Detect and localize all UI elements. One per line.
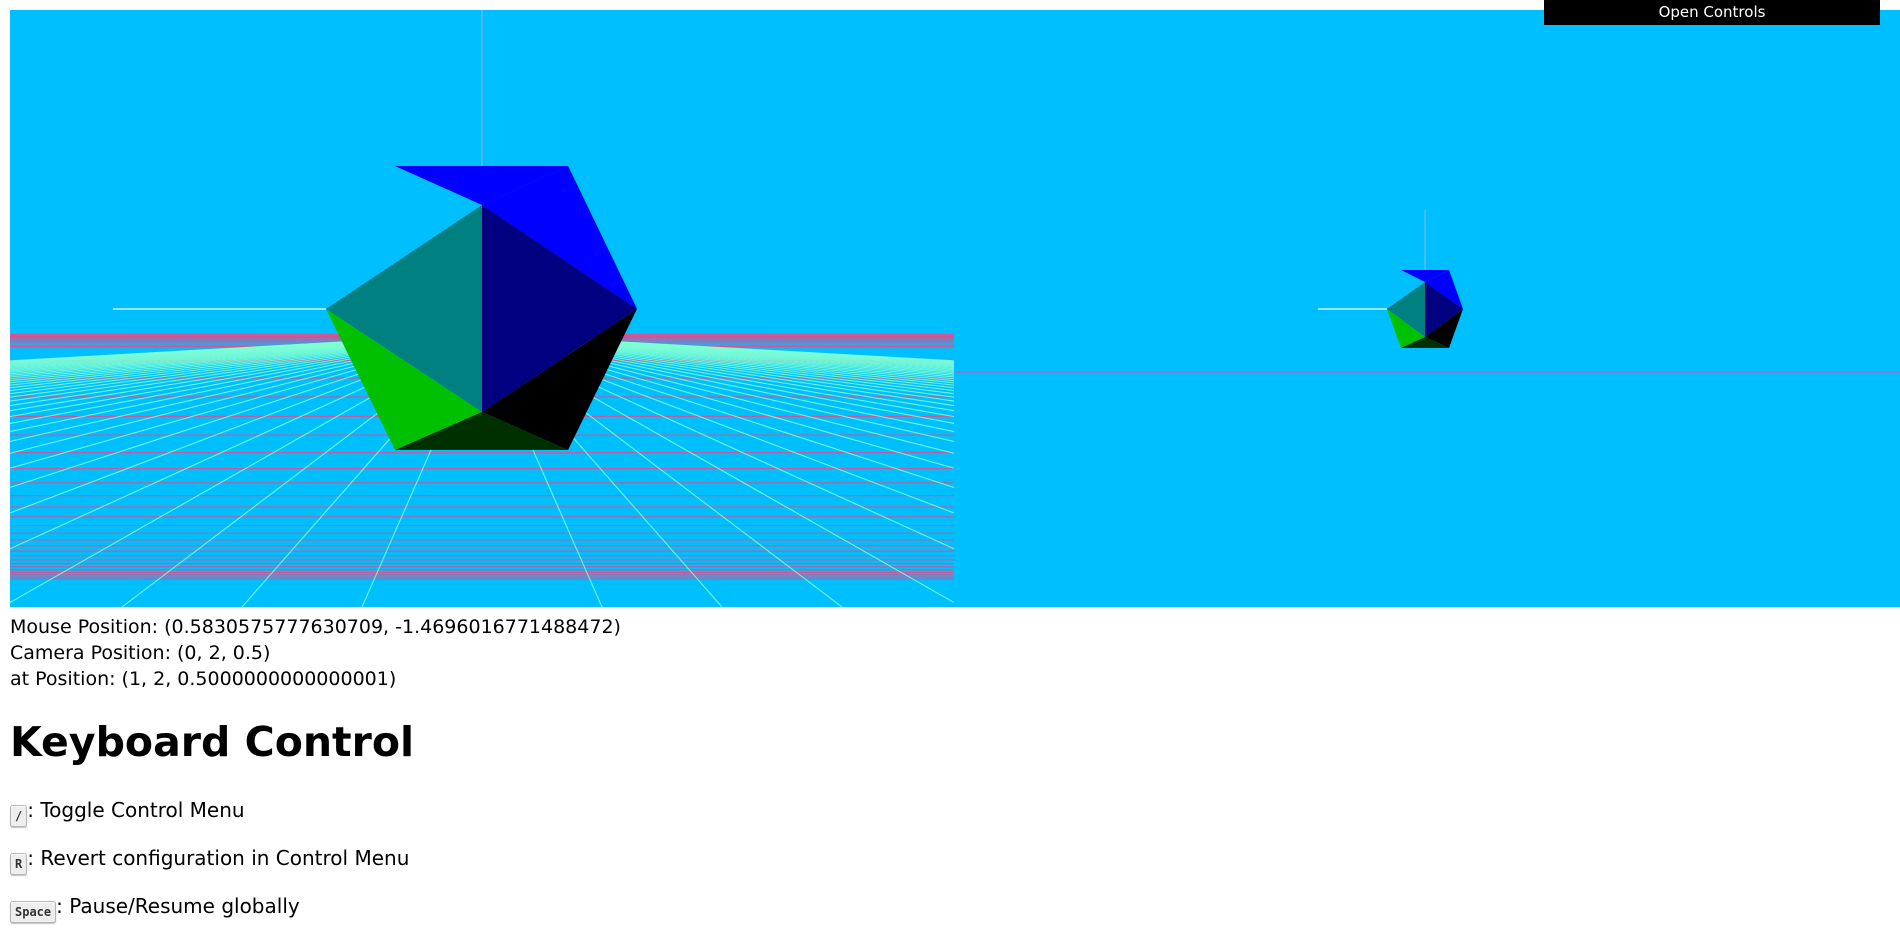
space-key: Space [10, 901, 57, 923]
open-controls-button[interactable]: Open Controls [1544, 0, 1880, 25]
keyboard-item-revert: R: Revert configuration in Control Menu [10, 844, 409, 875]
position-info: Mouse Position: (0.5830575777630709, -1.… [10, 614, 621, 692]
camera-position-text: Camera Position: (0, 2, 0.5) [10, 642, 271, 664]
r-key: R [10, 853, 28, 875]
slash-key: / [10, 805, 28, 827]
keyboard-item-description: : Pause/Resume globally [56, 894, 300, 918]
scene-canvas[interactable] [10, 10, 1900, 607]
keyboard-item-pause: Space: Pause/Resume globally [10, 892, 300, 923]
keyboard-item-description: : Toggle Control Menu [27, 798, 245, 822]
keyboard-item-toggle: /: Toggle Control Menu [10, 796, 245, 827]
keyboard-control-heading: Keyboard Control [10, 718, 415, 766]
page-root: Open Controls Mouse Position: (0.5830575… [0, 0, 1900, 941]
keyboard-item-description: : Revert configuration in Control Menu [27, 846, 410, 870]
at-position-text: at Position: (1, 2, 0.5000000000000001) [10, 668, 397, 690]
mouse-position-text: Mouse Position: (0.5830575777630709, -1.… [10, 616, 621, 638]
